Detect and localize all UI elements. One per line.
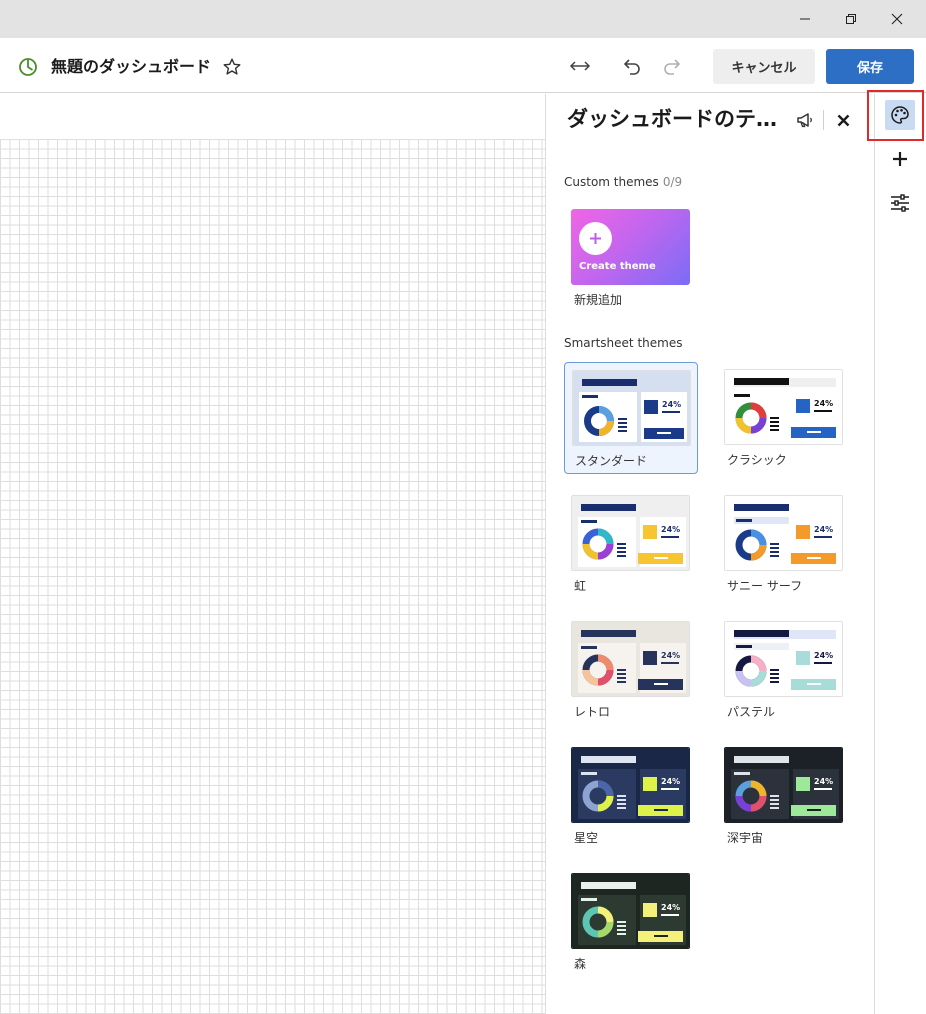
theme-thumbnail: 24%	[571, 873, 690, 949]
window-titlebar	[0, 0, 926, 38]
theme-thumbnail: 24%	[571, 621, 690, 697]
theme-percent-text: 24%	[661, 777, 680, 786]
undo-icon	[623, 59, 640, 75]
close-icon	[891, 13, 903, 25]
theme-thumbnail: 24%	[571, 495, 690, 571]
theme-thumbnail: 24%	[724, 621, 843, 697]
theme-label: サニー サーフ	[727, 579, 803, 593]
theme-label: 森	[574, 957, 587, 971]
theme-thumbnail: 24%	[724, 369, 843, 445]
dashboard-canvas[interactable]	[0, 94, 546, 1014]
theme-percent-text: 24%	[662, 400, 681, 409]
expand-horizontal-icon	[569, 61, 591, 71]
add-widget-button[interactable]	[885, 144, 915, 174]
theme-percent-text: 24%	[661, 525, 680, 534]
undo-button[interactable]	[620, 54, 644, 78]
palette-icon	[891, 106, 909, 124]
create-theme-card[interactable]: Create theme	[571, 209, 690, 285]
window-close-button[interactable]	[874, 0, 920, 38]
custom-themes-label: Custom themes 0/9	[564, 175, 682, 189]
theme-thumbnail: 24%	[724, 747, 843, 823]
right-toolbar	[874, 94, 926, 1014]
theme-label: パステル	[727, 705, 776, 719]
theme-card-deep-space[interactable]: 24% 深宇宙	[717, 740, 851, 852]
theme-percent-text: 24%	[814, 651, 833, 660]
theme-card-rainbow[interactable]: 24% 虹	[564, 488, 698, 600]
plus-icon	[893, 152, 907, 166]
save-button[interactable]: 保存	[826, 49, 914, 84]
theme-label: クラシック	[727, 453, 787, 467]
star-icon[interactable]	[222, 57, 242, 77]
theme-card-standard[interactable]: 24% スタンダード	[564, 362, 698, 474]
header-divider	[823, 110, 824, 130]
create-theme-text: Create theme	[579, 261, 656, 272]
megaphone-icon[interactable]	[795, 110, 815, 130]
smartsheet-themes-label: Smartsheet themes	[564, 336, 683, 350]
cancel-button[interactable]: キャンセル	[713, 49, 815, 84]
theme-panel: ダッシュボードのテーマ Custom themes 0/9 Create them…	[547, 94, 874, 1014]
redo-icon	[664, 59, 681, 75]
theme-card-retro[interactable]: 24% レトロ	[564, 614, 698, 726]
theme-percent-text: 24%	[814, 399, 833, 408]
minimize-button[interactable]	[782, 0, 828, 38]
settings-button[interactable]	[885, 188, 915, 218]
theme-percent-text: 24%	[661, 651, 680, 660]
close-icon	[837, 114, 849, 126]
theme-percent-text: 24%	[814, 525, 833, 534]
theme-label: 虹	[574, 579, 587, 593]
restore-icon	[846, 14, 856, 24]
expand-width-button[interactable]	[568, 54, 592, 78]
dashboard-header: 無題のダッシュボード キャンセル 保存	[0, 38, 926, 93]
theme-percent-text: 24%	[661, 903, 680, 912]
redo-button[interactable]	[660, 54, 684, 78]
theme-percent-text: 24%	[814, 777, 833, 786]
theme-card-pastel[interactable]: 24% パステル	[717, 614, 851, 726]
canvas-grid[interactable]	[0, 139, 545, 1014]
restore-button[interactable]	[828, 0, 874, 38]
theme-card-classic[interactable]: 24% クラシック	[717, 362, 851, 474]
theme-thumbnail: 24%	[724, 495, 843, 571]
theme-card-forest[interactable]: 24% 森	[564, 866, 698, 978]
theme-thumbnail: 24%	[572, 370, 691, 446]
dashboard-icon	[19, 58, 37, 76]
add-circle	[579, 222, 612, 255]
dashboard-title[interactable]: 無題のダッシュボード	[51, 56, 211, 78]
create-theme-caption: 新規追加	[574, 293, 623, 307]
sliders-icon	[891, 194, 909, 212]
theme-card-sunny-surf[interactable]: 24% サニー サーフ	[717, 488, 851, 600]
theme-label: レトロ	[574, 705, 611, 719]
panel-close-button[interactable]	[833, 110, 853, 130]
minimize-icon	[800, 18, 810, 20]
panel-title: ダッシュボードのテーマ	[567, 107, 787, 131]
theme-panel-button[interactable]	[885, 100, 915, 130]
theme-label: 深宇宙	[727, 831, 764, 845]
custom-themes-count: 0/9	[662, 175, 683, 189]
theme-label: 星空	[574, 831, 599, 845]
theme-card-starry-sky[interactable]: 24% 星空	[564, 740, 698, 852]
plus-icon	[590, 233, 601, 244]
custom-themes-title: Custom themes	[564, 175, 659, 189]
theme-thumbnail: 24%	[571, 747, 690, 823]
theme-label: スタンダード	[575, 454, 648, 468]
